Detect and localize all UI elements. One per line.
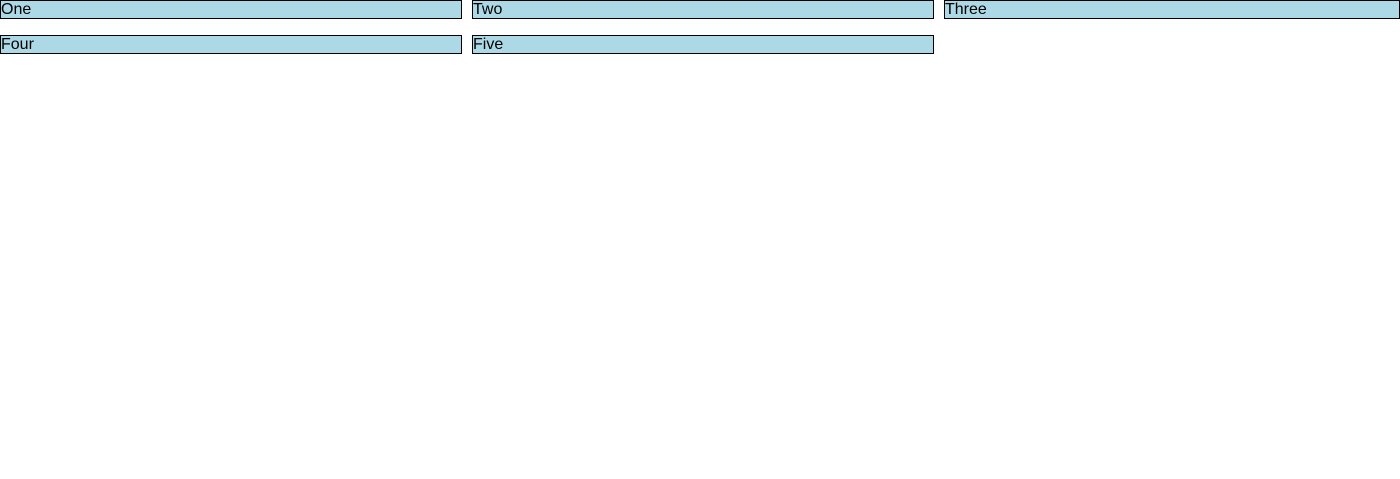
grid-item-four: Four <box>0 35 462 54</box>
grid-item-one: One <box>0 0 462 19</box>
grid-item-five: Five <box>472 35 934 54</box>
grid-item-three: Three <box>944 0 1400 19</box>
grid-container: One Two Three Four Five <box>0 0 1400 54</box>
grid-item-two: Two <box>472 0 934 19</box>
